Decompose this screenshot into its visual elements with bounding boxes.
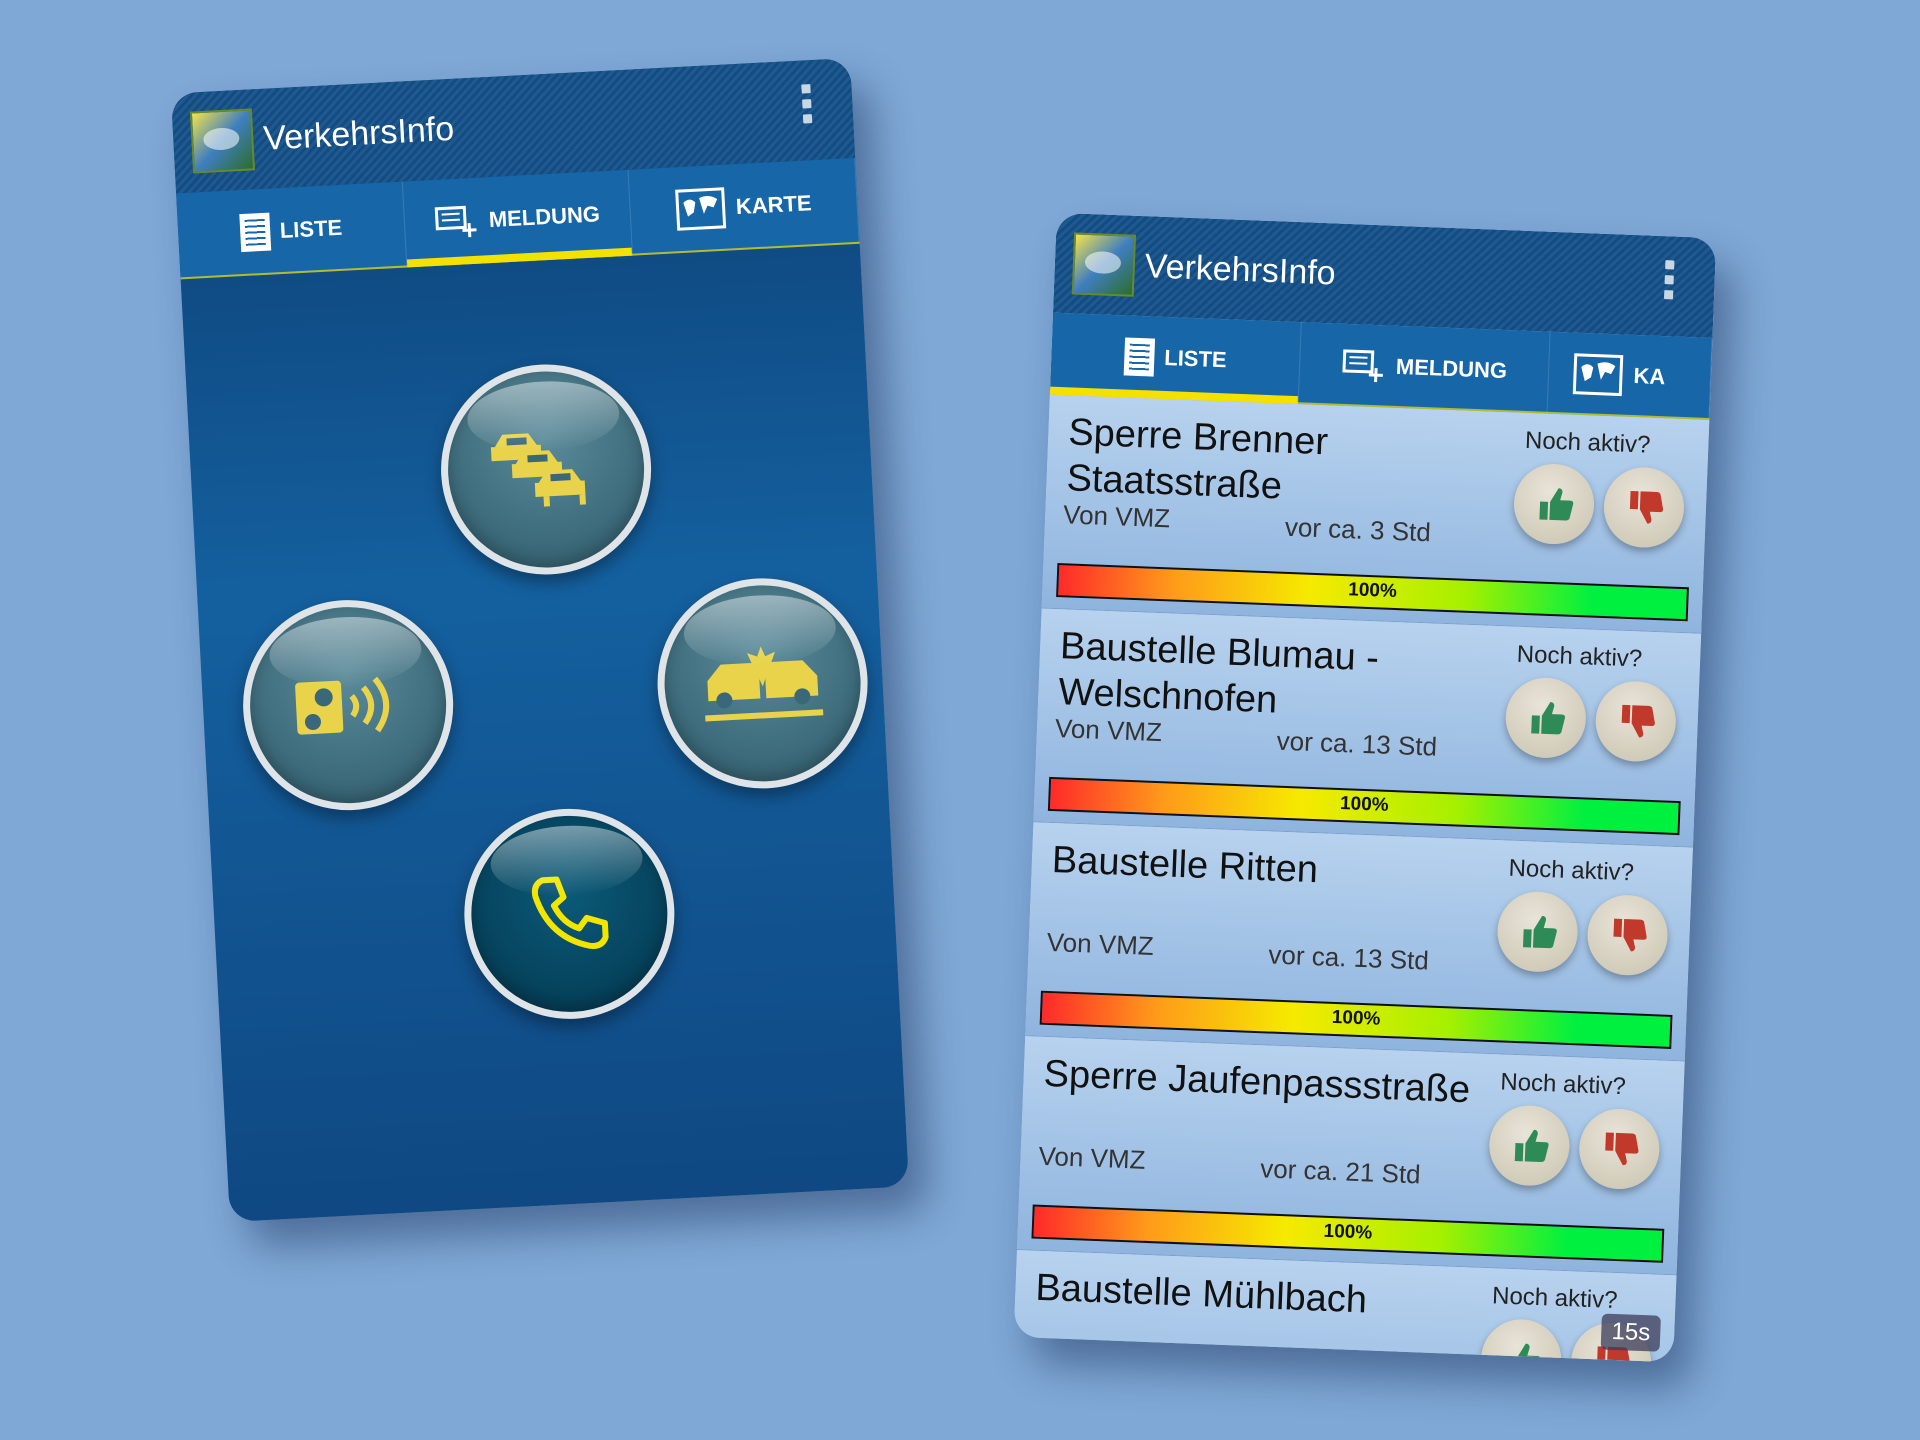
list-icon bbox=[1123, 337, 1156, 377]
tab-liste-label: LISTE bbox=[279, 214, 343, 244]
speed-camera-button[interactable] bbox=[237, 594, 459, 816]
incident-title: Baustelle Mühlbach bbox=[1034, 1266, 1368, 1322]
thumbs-up-icon bbox=[1514, 1129, 1549, 1163]
tab-karte-label: KARTE bbox=[735, 190, 813, 220]
thumbs-down-button[interactable] bbox=[1602, 465, 1686, 550]
confidence-value: 100% bbox=[1323, 1220, 1373, 1244]
refresh-timer: 15s bbox=[1600, 1313, 1661, 1352]
incident-source: Von VMZ bbox=[1062, 499, 1171, 534]
phone-list-screen: VerkehrsInfo LISTE MELDUNG KA Sperre Bre… bbox=[1013, 212, 1717, 1363]
still-active-label: Noch aktiv? bbox=[1508, 854, 1635, 887]
thumbs-up-icon bbox=[1539, 488, 1574, 521]
list-item[interactable]: Baustelle Blumau - Welschnofen Von VMZ v… bbox=[1033, 608, 1702, 848]
list-icon bbox=[238, 212, 271, 253]
thumbs-down-button[interactable] bbox=[1577, 1107, 1661, 1191]
thumbs-down-icon bbox=[1621, 704, 1655, 738]
incident-title: Baustelle Ritten bbox=[1051, 839, 1319, 892]
thumbs-up-button[interactable] bbox=[1512, 462, 1596, 546]
phone-report-screen: VerkehrsInfo LISTE MELDUNG KARTE bbox=[170, 57, 910, 1223]
tab-meldung[interactable]: MELDUNG bbox=[402, 169, 634, 268]
incident-source: Von VMZ bbox=[1038, 1140, 1147, 1175]
report-add-icon bbox=[434, 205, 477, 238]
overflow-menu-icon[interactable] bbox=[1663, 260, 1675, 300]
accident-button[interactable] bbox=[652, 573, 873, 794]
app-title: VerkehrsInfo bbox=[262, 109, 455, 158]
tab-liste[interactable]: LISTE bbox=[1049, 312, 1303, 405]
still-active-label: Noch aktiv? bbox=[1491, 1282, 1619, 1315]
thumbs-down-icon bbox=[1605, 1132, 1639, 1166]
phone-icon bbox=[531, 876, 609, 949]
still-active-label: Noch aktiv? bbox=[1516, 640, 1643, 673]
confidence-value: 100% bbox=[1347, 579, 1398, 603]
incident-age: vor ca. 13 Std bbox=[1267, 939, 1430, 976]
app-title: VerkehrsInfo bbox=[1144, 246, 1337, 292]
thumbs-down-button[interactable] bbox=[1586, 893, 1670, 977]
report-add-icon bbox=[1342, 349, 1383, 383]
app-logo bbox=[1071, 232, 1137, 297]
incident-age: vor ca. 21 Std bbox=[1259, 1153, 1422, 1190]
incident-title: Sperre Jaufenpassstraße bbox=[1042, 1052, 1471, 1112]
incident-age: vor ca. 3 Std bbox=[1284, 511, 1432, 548]
app-logo bbox=[189, 108, 256, 174]
thumbs-up-icon bbox=[1506, 1343, 1541, 1363]
still-active-label: Noch aktiv? bbox=[1499, 1068, 1627, 1101]
thumbs-down-icon bbox=[1613, 918, 1647, 952]
incident-source: Von VMZ bbox=[1046, 926, 1155, 961]
traffic-jam-button[interactable] bbox=[435, 359, 657, 580]
thumbs-up-button[interactable] bbox=[1496, 890, 1580, 974]
tab-meldung[interactable]: MELDUNG bbox=[1298, 322, 1552, 414]
tab-meldung-label: MELDUNG bbox=[1395, 353, 1508, 384]
thumbs-up-icon bbox=[1522, 915, 1557, 949]
tab-liste-label: LISTE bbox=[1163, 344, 1228, 373]
thumbs-up-icon bbox=[1531, 702, 1566, 735]
confidence-value: 100% bbox=[1331, 1006, 1381, 1030]
thumbs-down-button[interactable] bbox=[1594, 679, 1678, 763]
tab-karte-label: KA bbox=[1633, 363, 1666, 390]
list-item[interactable]: Baustelle Ritten Von VMZ vor ca. 13 Std … bbox=[1025, 822, 1693, 1062]
incident-source: Von VMZ bbox=[1054, 713, 1163, 748]
thumbs-up-button[interactable] bbox=[1479, 1317, 1563, 1363]
overflow-menu-icon[interactable] bbox=[801, 84, 813, 124]
call-button[interactable] bbox=[459, 803, 680, 1025]
map-icon bbox=[1573, 353, 1624, 397]
thumbs-up-button[interactable] bbox=[1504, 676, 1588, 760]
thumbs-up-button[interactable] bbox=[1487, 1104, 1571, 1188]
speed-camera-icon bbox=[295, 676, 390, 735]
traffic-jam-icon bbox=[490, 433, 586, 507]
still-active-label: Noch aktiv? bbox=[1524, 426, 1651, 459]
tab-liste[interactable]: LISTE bbox=[176, 181, 407, 280]
map-icon bbox=[675, 187, 727, 231]
incident-age: vor ca. 13 Std bbox=[1276, 725, 1438, 762]
list-item[interactable]: Sperre Brenner Staatsstraße Von VMZ vor … bbox=[1041, 394, 1710, 634]
thumbs-down-icon bbox=[1629, 490, 1664, 524]
tab-karte[interactable]: KARTE bbox=[628, 157, 860, 256]
tab-karte[interactable]: KA bbox=[1547, 331, 1713, 420]
accident-icon bbox=[705, 646, 824, 722]
confidence-value: 100% bbox=[1339, 793, 1390, 816]
incident-list: Sperre Brenner Staatsstraße Von VMZ vor … bbox=[1013, 394, 1710, 1363]
tab-meldung-label: MELDUNG bbox=[488, 201, 601, 233]
list-item[interactable]: Sperre Jaufenpassstraße Von VMZ vor ca. … bbox=[1016, 1036, 1685, 1276]
